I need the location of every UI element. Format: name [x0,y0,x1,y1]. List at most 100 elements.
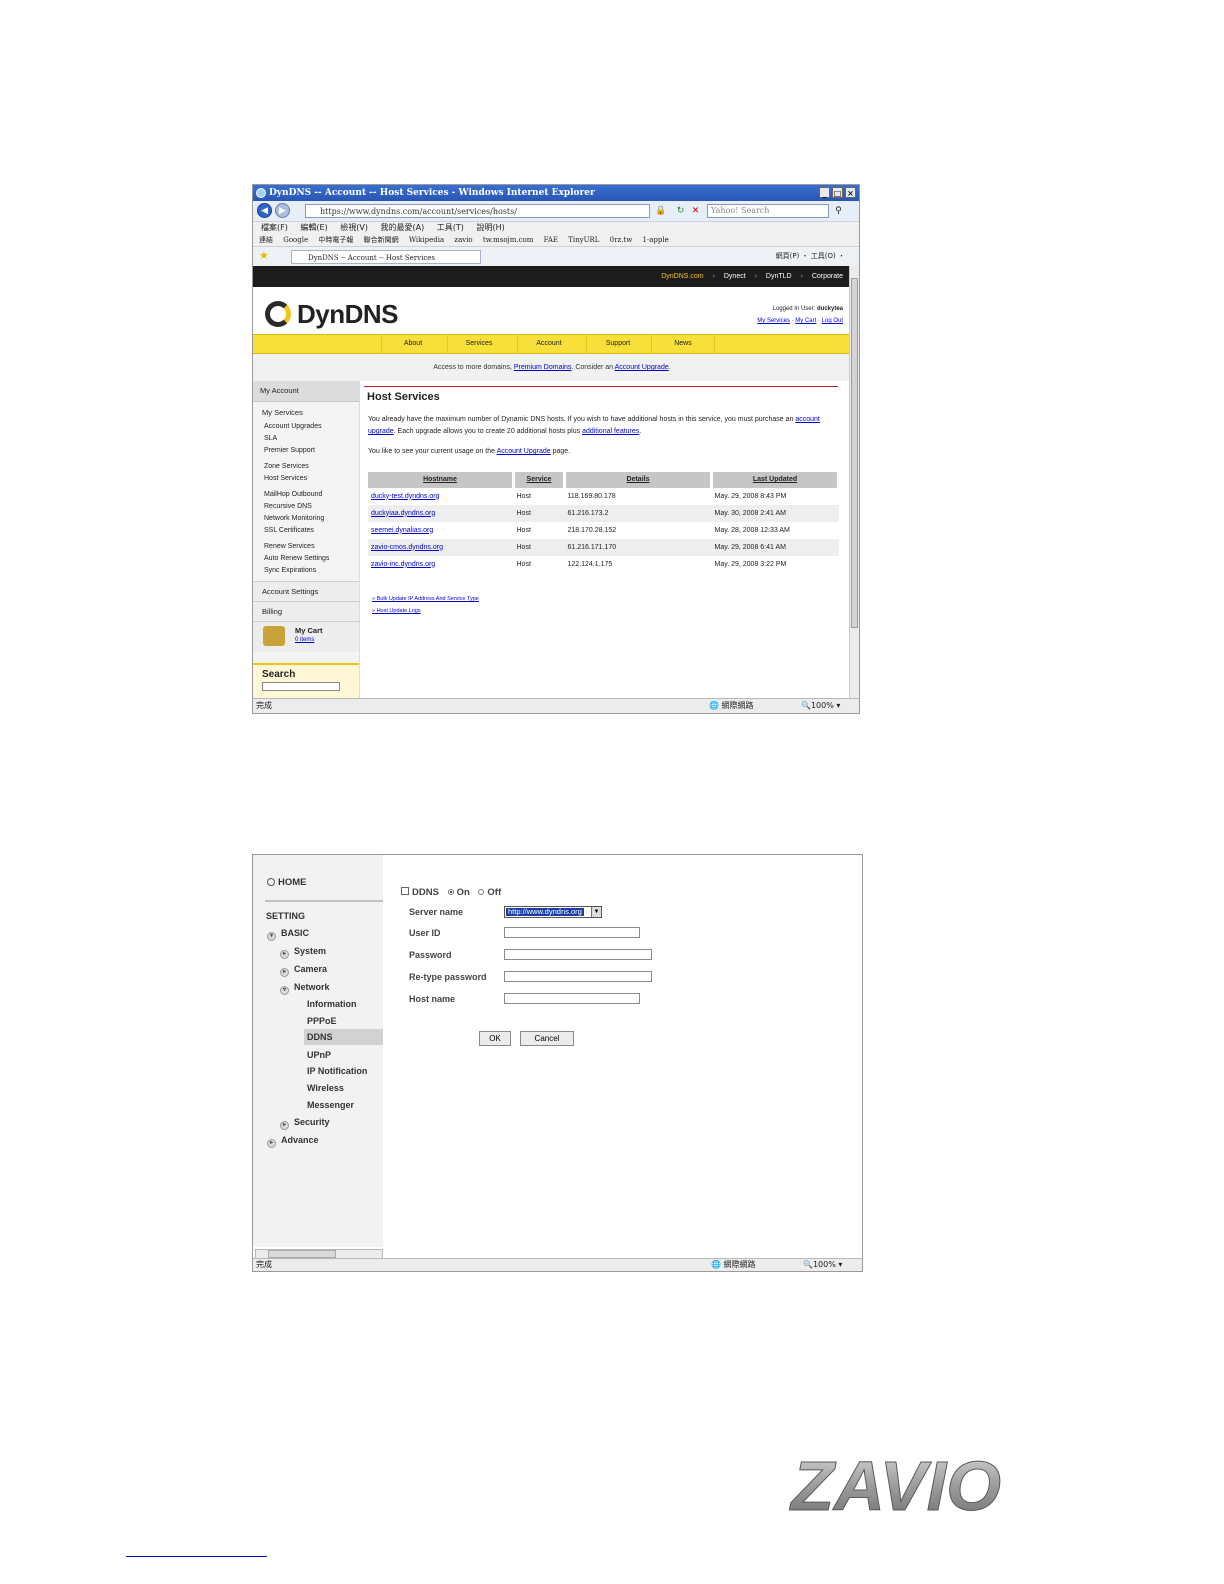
sidebar-item-ip-notification[interactable]: IP Notification [307,1066,367,1076]
fav-item[interactable]: zavio [454,236,472,244]
fav-item[interactable]: tw.msojm.com [483,236,533,244]
user-id-input[interactable] [504,927,640,938]
menu-file[interactable]: 檔案(F) [261,223,288,232]
account-upgrade-page-link[interactable]: Account Upgrade [497,448,551,455]
sidebar-account-settings[interactable]: Account Settings [253,581,359,601]
sidebar-item[interactable]: Zone Services [253,461,359,473]
fav-item[interactable]: Wikipedia [409,236,444,244]
toolbar-tools[interactable]: 網頁(P) ・ 工具(O) ・ [776,251,845,261]
bulk-update-link[interactable]: » Bulk Update IP Address And Service Typ… [372,596,479,602]
close-icon[interactable]: × [845,187,856,198]
search-input[interactable]: Yahoo! Search [707,204,829,218]
my-cart[interactable]: My Cart 0 items [253,621,359,652]
fav-item[interactable]: 0rz.tw [610,236,633,244]
column-header[interactable]: Details [564,472,713,488]
server-name-select[interactable]: http://www.dyndns.org ▼ [504,906,602,918]
vertical-scrollbar[interactable] [849,266,859,700]
scrollbar-thumb[interactable] [851,278,858,628]
chevron-down-icon[interactable]: ▼ [591,907,601,917]
minimize-icon[interactable]: _ [819,187,830,198]
ok-button[interactable]: OK [479,1031,511,1046]
fav-item[interactable]: 中時電子報 [318,236,353,244]
maximize-icon[interactable]: □ [832,187,843,198]
sidebar-item[interactable]: Host Services [253,473,359,485]
log-out-link[interactable]: Log Out [822,318,843,324]
fav-item[interactable]: TinyURL [568,236,599,244]
additional-features-link[interactable]: additional features [582,428,639,435]
back-icon[interactable]: ◀ [257,203,272,218]
menu-edit[interactable]: 編輯(E) [300,223,327,232]
sidebar-billing[interactable]: Billing [253,601,359,621]
sidebar-item-messenger[interactable]: Messenger [307,1100,354,1110]
menu-favorites[interactable]: 我的最愛(A) [381,223,425,232]
scrollbar-thumb[interactable] [268,1250,336,1258]
favorites-star-icon[interactable]: ★ [259,249,269,262]
fav-item[interactable]: FAE [544,236,558,244]
hostname-link[interactable]: seemei.dynalias.org [371,527,433,534]
fav-item[interactable]: Google [283,236,308,244]
cancel-button[interactable]: Cancel [520,1031,574,1046]
password-input[interactable] [504,949,652,960]
sidebar-item-network[interactable]: ▾ Network [280,982,330,995]
menu-tools[interactable]: 工具(T) [437,223,464,232]
sidebar-item[interactable]: MailHop Outbound [253,489,359,501]
sidebar-item[interactable]: Auto Renew Settings [253,553,359,565]
sidebar-item-advance[interactable]: ▸ Advance [267,1135,319,1148]
nav-news[interactable]: News [651,335,715,353]
sidebar-item-information[interactable]: Information [307,999,357,1009]
sidebar-item[interactable]: Network Monitoring [253,513,359,525]
nav-account[interactable]: Account [517,335,580,353]
fav-item[interactable]: 聯合新聞網 [364,236,399,244]
topnav-corporate[interactable]: Corporate [812,273,843,280]
sidebar-item-system[interactable]: ▸ System [280,946,326,959]
topnav-dynect[interactable]: Dynect [724,273,746,280]
sidebar-item[interactable]: Recursive DNS [253,501,359,513]
sidebar-section[interactable]: My Services [253,408,359,417]
host-name-input[interactable] [504,993,640,1004]
ddns-checkbox[interactable] [401,887,409,895]
hostname-link[interactable]: ducky-test.dyndns.org [371,493,439,500]
ddns-off-radio[interactable] [478,889,485,895]
sidebar-item-pppoe[interactable]: PPPoE [307,1016,337,1026]
zoom-control[interactable]: 🔍100% ▾ [803,1259,842,1271]
forward-icon[interactable]: ▶ [275,203,290,218]
my-services-link[interactable]: My Services [757,318,790,324]
account-upgrade-link[interactable]: Account Upgrade [615,364,669,371]
nav-about[interactable]: About [381,335,444,353]
sidebar-item-security[interactable]: ▸ Security [280,1117,330,1130]
sidebar-item[interactable]: SLA [253,433,359,445]
sidebar-item-basic[interactable]: ▾ BASIC [267,928,309,941]
hostname-link[interactable]: zavio-inc.dyndns.org [371,561,435,568]
cart-items-link[interactable]: 0 items [295,637,314,643]
topnav-dyntld[interactable]: DynTLD [766,273,792,280]
sidebar-item[interactable]: Account Upgrades [253,421,359,433]
search-icon[interactable]: ⚲ [833,205,844,216]
nav-services[interactable]: Services [447,335,510,353]
browser-tab[interactable]: DynDNS -- Account -- Host Services [291,250,481,264]
hostname-link[interactable]: zavio-cmos.dyndns.org [371,544,443,551]
column-header[interactable]: Hostname [368,472,515,488]
topnav-dyndns[interactable]: DynDNS.com [661,273,703,280]
host-update-logs-link[interactable]: » Host Update Logs [372,608,421,614]
sidebar-item-camera[interactable]: ▸ Camera [280,964,327,977]
premium-domains-link[interactable]: Premium Domains [514,364,572,371]
hostname-link[interactable]: duckyiaa.dyndns.org [371,510,435,517]
menu-help[interactable]: 說明(H) [476,223,504,232]
url-input[interactable]: https://www.dyndns.com/account/services/… [305,204,650,218]
fav-item[interactable]: 1-apple [642,236,668,244]
sidebar-search-input[interactable] [262,682,340,691]
stop-icon[interactable]: ✕ [690,205,701,216]
sidebar-item-ddns[interactable]: DDNS [304,1029,387,1045]
column-header[interactable]: Last Updated [711,472,840,488]
column-header[interactable]: Service [513,472,566,488]
refresh-icon[interactable]: ↻ [675,205,686,216]
ddns-on-radio[interactable] [447,889,454,895]
home-link[interactable]: HOME [267,877,307,888]
nav-support[interactable]: Support [586,335,649,353]
sidebar-item-upnp[interactable]: UPnP [307,1050,331,1060]
retype-password-input[interactable] [504,971,652,982]
sidebar-item[interactable]: Premier Support [253,445,359,457]
sidebar-item[interactable]: Sync Expirations [253,565,359,577]
sidebar-item-wireless[interactable]: Wireless [307,1083,344,1093]
sidebar-header[interactable]: My Account [253,381,359,402]
